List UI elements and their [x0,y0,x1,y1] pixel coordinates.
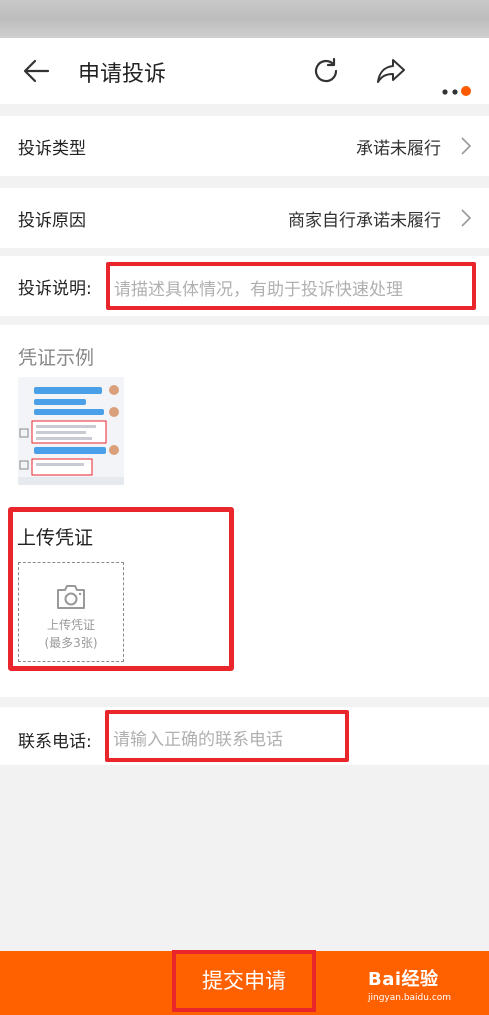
share-icon[interactable] [375,56,407,86]
submit-button[interactable]: 提交申请 [172,950,316,1012]
upload-title: 上传凭证 [17,527,94,549]
contact-phone-label: 联系电话: [18,732,92,752]
sample-title: 凭证示例 [18,347,95,369]
chevron-right-icon [461,137,471,155]
complaint-type-value: 承诺未履行 [356,138,441,159]
camera-icon [57,585,85,609]
watermark: Bai经验 jingyan.baidu.com [368,965,451,1003]
complaint-type-row[interactable]: 投诉类型 承诺未履行 [0,116,489,176]
complaint-description-input[interactable]: 请描述具体情况，有助于投诉快速处理 [106,262,476,310]
complaint-reason-label: 投诉原因 [18,210,86,231]
watermark-logo: Bai经验 [368,969,439,990]
complaint-type-label: 投诉类型 [18,138,86,159]
back-arrow-icon[interactable] [22,58,52,84]
nav-bar: 申请投诉 [0,38,489,104]
sample-image[interactable] [18,377,124,485]
upload-box-label: 上传凭证 [46,618,95,632]
chevron-right-icon [461,209,471,227]
evidence-panel: 凭证示例 上传凭证 上传凭证 (最多3张) [0,325,489,697]
upload-evidence-button[interactable]: 上传凭证 (最多3张) [18,562,124,662]
refresh-icon[interactable] [311,56,341,86]
notification-badge [461,86,471,96]
complaint-description-label: 投诉说明: [18,278,92,299]
contact-phone-input[interactable]: 请输入正确的联系电话 [105,710,349,762]
page-title: 申请投诉 [78,62,167,87]
complaint-reason-value: 商家自行承诺未履行 [288,210,441,231]
watermark-url: jingyan.baidu.com [368,993,452,1003]
upload-limit-label: (最多3张) [44,636,98,650]
complaint-reason-row[interactable]: 投诉原因 商家自行承诺未履行 [0,188,489,248]
status-bar [0,0,489,38]
